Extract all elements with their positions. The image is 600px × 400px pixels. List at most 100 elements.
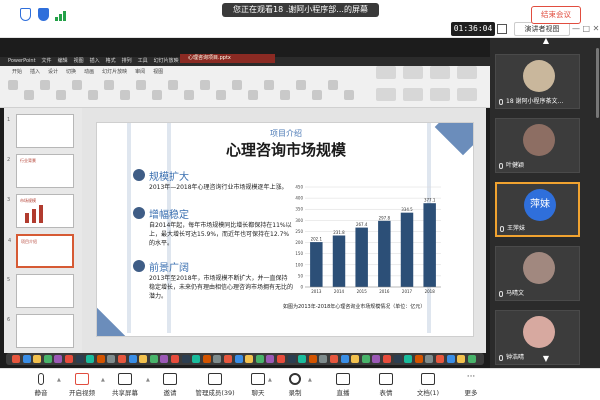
- ribbon-tool-icon[interactable]: [72, 80, 82, 90]
- dock-app-icon[interactable]: [96, 355, 105, 363]
- chevron-up-icon[interactable]: ▲: [268, 377, 272, 383]
- slide-thumbnail[interactable]: 6: [7, 314, 74, 348]
- toolbar-button[interactable]: 聊天: [238, 371, 278, 399]
- ribbon-tab[interactable]: 设计: [48, 69, 58, 75]
- ribbon-tab[interactable]: 开始: [12, 69, 22, 75]
- dock-app-icon[interactable]: [54, 355, 63, 363]
- chevron-up-icon[interactable]: ▲: [146, 377, 150, 383]
- dock-app-icon[interactable]: [446, 355, 455, 363]
- dock-app-icon[interactable]: [118, 355, 126, 363]
- toolbar-button[interactable]: 文档(1): [408, 371, 448, 399]
- desktop-file-icon[interactable]: [376, 66, 396, 79]
- dock-app-icon[interactable]: [245, 355, 254, 363]
- toolbar-button[interactable]: 开启视频: [62, 371, 102, 399]
- desktop-file-icon[interactable]: [376, 88, 396, 101]
- dock-app-icon[interactable]: [139, 355, 148, 363]
- ribbon-tool-icon[interactable]: [200, 80, 210, 90]
- dock-app-icon[interactable]: [467, 355, 476, 363]
- dock-app-icon[interactable]: [319, 355, 328, 363]
- ribbon-tool-icon[interactable]: [8, 80, 18, 90]
- menubar-item[interactable]: 视图: [74, 58, 84, 64]
- ribbon-tool-icon[interactable]: [280, 90, 290, 100]
- desktop-file-icon[interactable]: [430, 88, 450, 101]
- toolbar-button[interactable]: 管理成员(39): [195, 371, 235, 399]
- toolbar-button[interactable]: ··· 更多: [451, 371, 491, 399]
- slide-thumbnail[interactable]: 1: [7, 114, 74, 148]
- mute-button[interactable]: 静音: [21, 371, 61, 399]
- grid-view-icon[interactable]: [497, 24, 507, 34]
- participant-tile[interactable]: 叶健颖: [495, 118, 580, 173]
- dock-app-icon[interactable]: [171, 355, 179, 363]
- dock-app-icon[interactable]: [192, 355, 201, 363]
- ribbon-tool-icon[interactable]: [136, 80, 146, 90]
- ribbon-tool-icon[interactable]: [104, 80, 114, 90]
- dock-app-icon[interactable]: [12, 355, 20, 363]
- ribbon-tool-icon[interactable]: [216, 90, 226, 100]
- dock-app-icon[interactable]: [33, 355, 42, 363]
- dock-app-icon[interactable]: [425, 355, 434, 363]
- participant-tile[interactable]: 萍妹 王萍妹: [495, 182, 580, 237]
- menubar-item[interactable]: 工具: [138, 58, 148, 64]
- dock-app-icon[interactable]: [43, 355, 52, 363]
- ribbon-tab[interactable]: 审阅: [135, 69, 145, 75]
- dock-app-icon[interactable]: [393, 355, 402, 363]
- dock-app-icon[interactable]: [149, 355, 158, 363]
- dock-app-icon[interactable]: [372, 355, 381, 363]
- signal-icon[interactable]: [55, 9, 69, 21]
- dock-app-icon[interactable]: [128, 355, 137, 363]
- ribbon-tool-icon[interactable]: [168, 80, 178, 90]
- chevron-up-icon[interactable]: ▲: [308, 377, 312, 383]
- participant-tile[interactable]: 马晴文: [495, 246, 580, 301]
- toolbar-button[interactable]: 邀请: [150, 371, 190, 399]
- ribbon-tab[interactable]: 插入: [30, 69, 40, 75]
- ribbon-tab[interactable]: 视图: [153, 69, 163, 75]
- participants-scrollbar[interactable]: [596, 48, 599, 118]
- participant-tile[interactable]: 钟浩晴: [495, 310, 580, 365]
- chevron-up-icon[interactable]: ▲: [101, 377, 105, 383]
- dock-app-icon[interactable]: [287, 355, 296, 363]
- dock-app-icon[interactable]: [414, 355, 423, 363]
- dock-app-icon[interactable]: [181, 355, 190, 363]
- scroll-down-icon[interactable]: ▼: [540, 355, 552, 363]
- dock-app-icon[interactable]: [22, 355, 31, 363]
- dock-app-icon[interactable]: [457, 355, 466, 363]
- menubar-item[interactable]: 编辑: [58, 58, 68, 64]
- ribbon-tab[interactable]: 幻灯片放映: [102, 69, 127, 75]
- ribbon-tool-icon[interactable]: [328, 80, 338, 90]
- ribbon-tool-icon[interactable]: [88, 90, 98, 100]
- ribbon-tool-icon[interactable]: [312, 90, 322, 100]
- ribbon-tool-icon[interactable]: [24, 90, 34, 100]
- dock-app-icon[interactable]: [213, 355, 222, 363]
- ribbon-tool-icon[interactable]: [264, 80, 274, 90]
- dock-app-icon[interactable]: [361, 355, 370, 363]
- ribbon-tool-icon[interactable]: [344, 90, 354, 100]
- dock-app-icon[interactable]: [340, 355, 349, 363]
- menubar-item[interactable]: PowerPoint: [8, 58, 36, 64]
- dock-app-icon[interactable]: [277, 355, 285, 363]
- menubar-item[interactable]: 文件: [42, 58, 52, 64]
- scroll-up-icon[interactable]: ▲: [540, 37, 552, 45]
- ribbon-tool-icon[interactable]: [120, 90, 130, 100]
- slide-thumbnail[interactable]: 5: [7, 274, 74, 308]
- ribbon-tool-icon[interactable]: [152, 90, 162, 100]
- desktop-file-icon[interactable]: [457, 88, 477, 101]
- toolbar-button[interactable]: 录制: [275, 371, 315, 399]
- dock-app-icon[interactable]: [308, 355, 317, 363]
- presenter-view-button[interactable]: 演讲者视图: [514, 22, 570, 36]
- window-controls[interactable]: — □ ✕: [572, 24, 599, 34]
- security-icon[interactable]: [38, 8, 49, 21]
- dock-app-icon[interactable]: [255, 355, 264, 363]
- dock-app-icon[interactable]: [383, 355, 391, 363]
- chevron-up-icon[interactable]: ▲: [57, 377, 61, 383]
- menubar-item[interactable]: 格式: [106, 58, 116, 64]
- ribbon-tab[interactable]: 切换: [66, 69, 76, 75]
- ribbon-tool-icon[interactable]: [184, 90, 194, 100]
- dock-app-icon[interactable]: [330, 355, 338, 363]
- toolbar-button[interactable]: 直播: [323, 371, 363, 399]
- menubar-item[interactable]: 插入: [90, 58, 100, 64]
- dock-app-icon[interactable]: [436, 355, 444, 363]
- ribbon-tool-icon[interactable]: [232, 80, 242, 90]
- menubar-item[interactable]: 幻灯片放映: [154, 58, 179, 64]
- end-meeting-button[interactable]: 结束会议: [531, 6, 581, 24]
- dock-app-icon[interactable]: [107, 355, 116, 363]
